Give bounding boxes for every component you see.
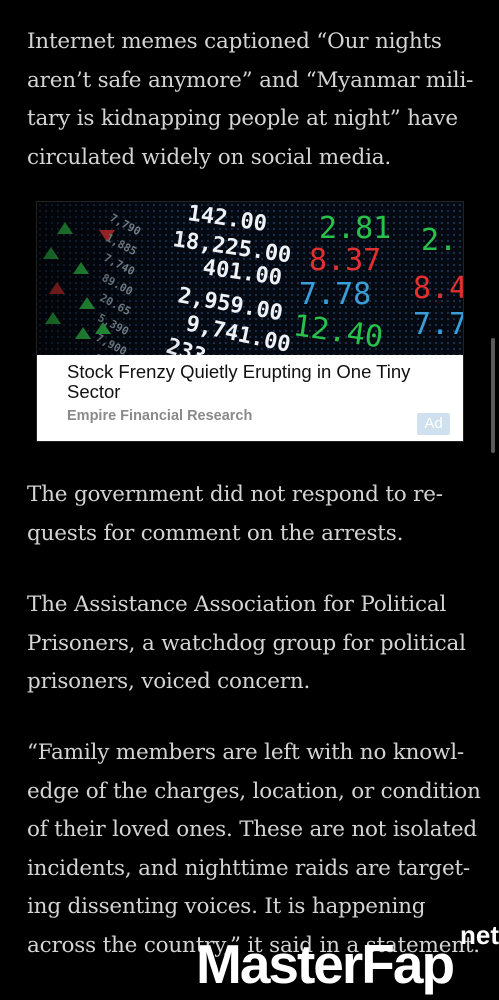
stock-ticker-image[interactable]: 7,790 1,885 7,740 89.00 20.65 5,390 7,90…	[37, 202, 463, 355]
paragraph-line: Internet memes captioned “Our nights	[27, 29, 442, 54]
ad-headline[interactable]: Stock Frenzy Quietly Erupting in One Tin…	[67, 362, 447, 402]
paragraph-line: quests for comment on the arrests.	[27, 520, 404, 546]
paragraph-line: of their loved ones. These are not isola…	[27, 817, 477, 842]
article-paragraph-2: The government did not respond to re- qu…	[27, 476, 477, 553]
paragraph-line: “Family members are left with no knowl-	[27, 740, 464, 765]
article-paragraph-1: Internet memes captioned “Our nights are…	[27, 23, 477, 177]
sponsored-ad-card[interactable]: 7,790 1,885 7,740 89.00 20.65 5,390 7,90…	[36, 201, 464, 442]
paragraph-line: edge of the charges, location, or condit…	[27, 778, 481, 804]
ad-source[interactable]: Empire Financial Research	[67, 408, 252, 424]
paragraph-line: The Assistance Association for Political	[27, 592, 447, 617]
paragraph-line: incidents, and nighttime raids are targe…	[27, 855, 470, 881]
article-paragraph-3: The Assistance Association for Political…	[27, 586, 477, 702]
stock-ticker-graphic: 7,790 1,885 7,740 89.00 20.65 5,390 7,90…	[37, 202, 463, 355]
scrollbar-thumb[interactable]	[491, 338, 495, 453]
ad-badge[interactable]: Ad	[417, 413, 450, 435]
paragraph-line: prisoners, voiced concern.	[27, 669, 311, 694]
paragraph-line: The government did not respond to re-	[27, 482, 443, 507]
watermark-suffix: net	[460, 920, 499, 950]
paragraph-line: Prisoners, a watchdog group for politica…	[27, 630, 466, 656]
paragraph-line: aren’t safe anymore” and “Myanmar mili-	[27, 67, 474, 93]
paragraph-line: tary is kidnapping people at night” have	[27, 106, 458, 131]
watermark-text: MasterFap	[196, 933, 455, 995]
paragraph-line: circulated widely on social media.	[27, 144, 392, 170]
watermark-logo: MasterFap net	[196, 920, 499, 1000]
